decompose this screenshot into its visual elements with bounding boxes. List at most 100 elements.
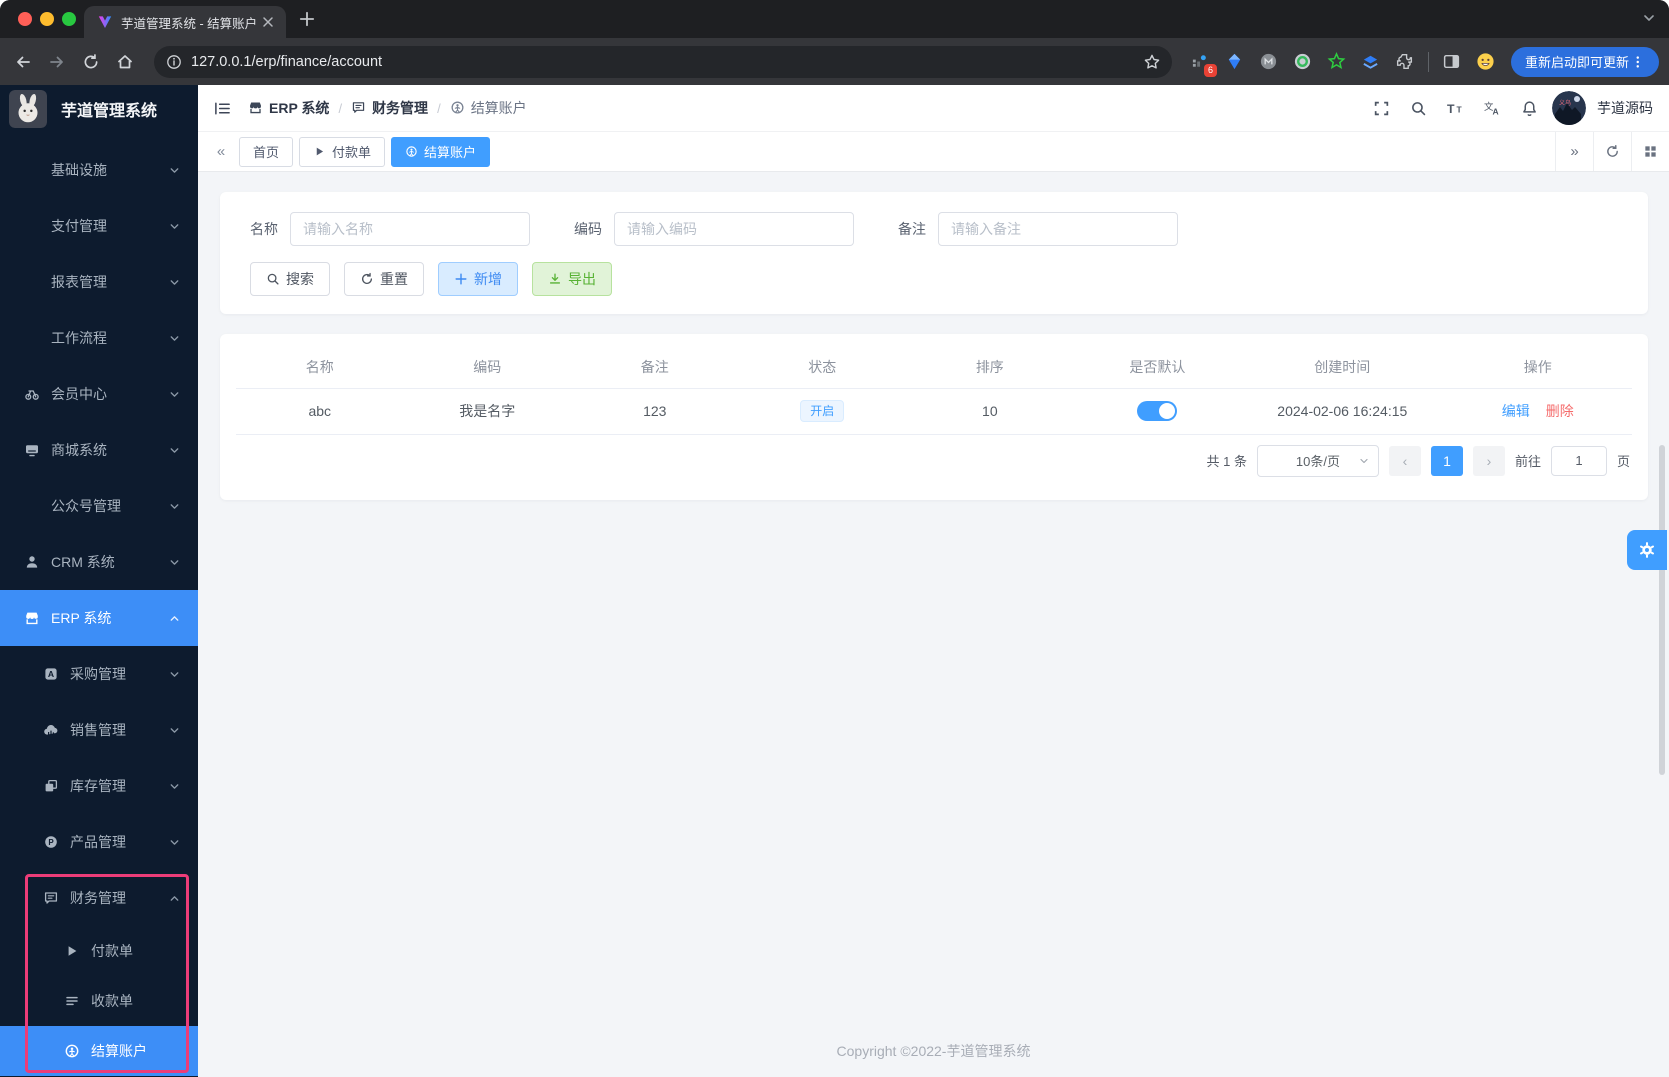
export-button[interactable]: 导出 (532, 262, 612, 296)
finance-icon (351, 100, 367, 116)
extension-stats-icon[interactable]: 6 (1184, 45, 1218, 79)
sidebar-item-purchase-mgmt[interactable]: A采购管理 (0, 646, 198, 702)
default-toggle[interactable] (1137, 401, 1177, 421)
sidebar-item-workflow[interactable]: 工作流程 (0, 310, 198, 366)
extension-gray-circle-icon[interactable] (1252, 45, 1286, 79)
chevron-down-icon (168, 220, 181, 233)
column-header: 创建时间 (1241, 346, 1443, 388)
language-icon[interactable]: 文A (1478, 94, 1506, 122)
traffic-lights (18, 12, 76, 26)
code-input[interactable] (614, 212, 854, 246)
address-bar[interactable]: 127.0.0.1/erp/finance/account (154, 46, 1172, 78)
refresh-page-icon[interactable] (1593, 132, 1631, 171)
column-header: 备注 (571, 346, 739, 388)
table-header-row: 名称编码备注状态排序是否默认创建时间操作 (236, 346, 1632, 388)
scroll-tabs-right-icon[interactable]: » (1555, 132, 1593, 171)
site-info-icon[interactable] (166, 54, 182, 70)
home-button[interactable] (108, 45, 142, 79)
svg-text:A: A (48, 669, 54, 679)
breadcrumb-label: ERP 系统 (269, 98, 329, 118)
next-page-button[interactable]: › (1473, 446, 1505, 476)
search-icon[interactable] (1404, 94, 1432, 122)
delete-link[interactable]: 删除 (1546, 403, 1574, 419)
export-button-label: 导出 (568, 269, 596, 289)
forward-button[interactable] (40, 45, 74, 79)
current-page-button[interactable]: 1 (1431, 446, 1463, 476)
collapse-sidebar-icon[interactable] (208, 94, 236, 122)
page-tabs: 首页付款单结算账户 (239, 137, 490, 167)
notification-bell-icon[interactable] (1515, 94, 1543, 122)
profile-emoji-icon[interactable] (1469, 45, 1503, 79)
breadcrumb-label: 结算账户 (471, 98, 527, 118)
app-logo[interactable]: 芋道管理系统 (0, 85, 198, 132)
page-size-select[interactable]: 10条/页 (1257, 445, 1379, 477)
browser-tab[interactable]: 芋道管理系统 - 结算账户 (84, 6, 286, 38)
url-text[interactable]: 127.0.0.1/erp/finance/account (191, 54, 1143, 70)
back-button[interactable] (6, 45, 40, 79)
new-tab-button[interactable] (298, 10, 316, 28)
search-button-icon (266, 272, 280, 286)
maximize-window-button[interactable] (62, 12, 76, 26)
main-header: ERP 系统/财务管理/结算账户 TT 文A 义乌 芋道源码 (198, 85, 1669, 132)
user-avatar[interactable]: 义乌 (1552, 91, 1586, 125)
chevron-down-icon (168, 780, 181, 793)
browser-menu-kebab-icon[interactable] (1636, 55, 1650, 69)
prev-page-button[interactable]: ‹ (1389, 446, 1421, 476)
font-size-icon[interactable]: TT (1441, 94, 1469, 122)
sidebar-item-payment-mgmt[interactable]: 支付管理 (0, 198, 198, 254)
bookmark-star-icon[interactable] (1143, 53, 1161, 71)
sidebar-item-report-mgmt[interactable]: 报表管理 (0, 254, 198, 310)
update-chrome-button[interactable]: 重新启动即可更新 (1511, 47, 1659, 77)
breadcrumb-item[interactable]: 结算账户 (450, 98, 527, 118)
sidebar-item-receipt-order[interactable]: 收款单 (0, 976, 198, 1026)
settings-drawer-button[interactable] (1627, 530, 1667, 570)
sidebar-item-infrastructure[interactable]: 基础设施 (0, 142, 198, 198)
sidebar-item-stock-mgmt[interactable]: 库存管理 (0, 758, 198, 814)
breadcrumb-item[interactable]: 财务管理 (351, 98, 428, 118)
side-panel-icon[interactable] (1435, 45, 1469, 79)
reset-button[interactable]: 重置 (344, 262, 424, 296)
sidebar-item-sale-mgmt[interactable]: 销售管理 (0, 702, 198, 758)
sidebar-item-member-center[interactable]: 会员中心 (0, 366, 198, 422)
breadcrumb-separator: / (338, 101, 342, 116)
goto-page-input[interactable] (1551, 446, 1607, 476)
sidebar-item-crm-system[interactable]: CRM 系统 (0, 534, 198, 590)
layout-grid-icon[interactable] (1631, 132, 1669, 171)
sidebar-item-mall-system[interactable]: 商城系统 (0, 422, 198, 478)
sidebar: 芋道管理系统 基础设施支付管理报表管理工作流程会员中心商城系统公众号管理 CRM … (0, 85, 198, 1077)
chevron-down-icon (168, 276, 181, 289)
sidebar-item-finance-mgmt[interactable]: 财务管理 (0, 870, 198, 926)
add-button-label: 新增 (474, 269, 502, 289)
search-button[interactable]: 搜索 (250, 262, 330, 296)
scroll-tabs-left-icon[interactable]: « (208, 143, 234, 160)
extension-star-icon[interactable] (1320, 45, 1354, 79)
extension-layers-icon[interactable] (1354, 45, 1388, 79)
extension-green-ring-icon[interactable] (1286, 45, 1320, 79)
breadcrumb-item[interactable]: ERP 系统 (248, 98, 329, 118)
minimize-window-button[interactable] (40, 12, 54, 26)
extension-diamond-icon[interactable] (1218, 45, 1252, 79)
name-input[interactable] (290, 212, 530, 246)
username[interactable]: 芋道源码 (1597, 98, 1653, 118)
svg-text:义乌: 义乌 (1559, 99, 1571, 107)
reload-button[interactable] (74, 45, 108, 79)
page-tab-结算账户[interactable]: 结算账户 (391, 137, 490, 167)
sidebar-item-payment-order[interactable]: 付款单 (0, 926, 198, 976)
sidebar-item-label: CRM 系统 (51, 552, 115, 572)
sidebar-item-settle-account[interactable]: 结算账户 (0, 1026, 198, 1076)
page-tab-付款单[interactable]: 付款单 (299, 137, 385, 167)
page-scrollbar[interactable] (1659, 445, 1665, 775)
page-tab-首页[interactable]: 首页 (239, 137, 293, 167)
sidebar-item-mp-mgmt[interactable]: 公众号管理 (0, 478, 198, 534)
remark-input[interactable] (938, 212, 1178, 246)
close-window-button[interactable] (18, 12, 32, 26)
sidebar-item-erp-system[interactable]: ERP 系统 (0, 590, 198, 646)
sidebar-item-product-mgmt[interactable]: P产品管理 (0, 814, 198, 870)
close-tab-icon[interactable] (260, 14, 276, 30)
fullscreen-icon[interactable] (1367, 94, 1395, 122)
payment-icon (64, 943, 82, 959)
add-button[interactable]: 新增 (438, 262, 518, 296)
edit-link[interactable]: 编辑 (1502, 403, 1530, 419)
extensions-puzzle-icon[interactable] (1388, 45, 1422, 79)
tab-search-chevron-icon[interactable] (1641, 10, 1657, 26)
